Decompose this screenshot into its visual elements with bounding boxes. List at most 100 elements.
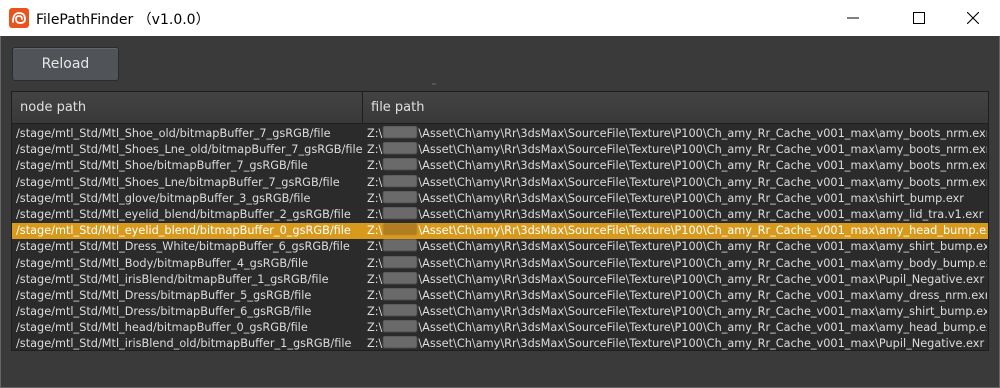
houdini-logo-icon bbox=[9, 8, 29, 28]
drive-letter: Z:\ bbox=[367, 240, 383, 254]
file-path-cell: Z:\ \Asset\Ch\amy\Rr\3dsMax\SourceFile\Te… bbox=[367, 336, 987, 352]
file-path-text: \Asset\Ch\amy\Rr\3dsMax\SourceFile\Textu… bbox=[418, 288, 987, 302]
reload-button[interactable]: Reload bbox=[12, 47, 119, 81]
table-row[interactable]: /stage/mtl_Std/Mtl_Shoe_old/bitmapBuffer… bbox=[12, 126, 988, 142]
table-row[interactable]: /stage/mtl_Std/Mtl_head/bitmapBuffer_0_g… bbox=[12, 320, 988, 336]
drive-letter: Z:\ bbox=[367, 288, 383, 302]
window-title: FilePathFinder （v1.0.0） bbox=[36, 12, 210, 28]
drive-letter: Z:\ bbox=[367, 224, 383, 238]
file-path-cell: Z:\ \Asset\Ch\amy\Rr\3dsMax\SourceFile\Te… bbox=[367, 126, 987, 142]
file-path-cell: Z:\ \Asset\Ch\amy\Rr\3dsMax\SourceFile\Te… bbox=[367, 190, 987, 207]
node-path-cell: /stage/mtl_Std/Mtl_Shoes_Lne_old/bitmapB… bbox=[16, 143, 362, 157]
drive-letter: Z:\ bbox=[367, 305, 383, 319]
redacted-segment bbox=[383, 255, 418, 268]
table-row[interactable]: /stage/mtl_Std/Mtl_Dress/bitmapBuffer_6_… bbox=[12, 304, 988, 320]
drive-letter: Z:\ bbox=[367, 159, 383, 173]
node-path-cell: /stage/mtl_Std/Mtl_Shoe_old/bitmapBuffer… bbox=[16, 127, 331, 140]
node-path-cell: /stage/mtl_Std/Mtl_Shoe/bitmapBuffer_7_g… bbox=[16, 159, 308, 173]
node-path-cell: /stage/mtl_Std/Mtl_Dress/bitmapBuffer_6_… bbox=[16, 305, 312, 319]
file-path-text: \Asset\Ch\amy\Rr\3dsMax\SourceFile\Textu… bbox=[418, 305, 987, 319]
table-row[interactable]: /stage/mtl_Std/Mtl_Shoes_Lne_old/bitmapB… bbox=[12, 142, 988, 158]
node-path-cell: /stage/mtl_Std/Mtl_glove/bitmapBuffer_3_… bbox=[16, 191, 311, 205]
maximize-button[interactable] bbox=[896, 0, 942, 36]
drive-letter: Z:\ bbox=[367, 337, 383, 351]
redacted-segment bbox=[383, 206, 418, 219]
file-path-text: \Asset\Ch\amy\Rr\3dsMax\SourceFile\Textu… bbox=[418, 256, 987, 270]
file-path-cell: Z:\ \Asset\Ch\amy\Rr\3dsMax\SourceFile\Te… bbox=[367, 158, 987, 174]
close-icon bbox=[967, 12, 979, 24]
file-path-cell: Z:\ \Asset\Ch\amy\Rr\3dsMax\SourceFile\Te… bbox=[367, 239, 987, 255]
splitter-handle[interactable] bbox=[432, 83, 436, 85]
redacted-segment bbox=[383, 287, 418, 300]
file-path-text: \Asset\Ch\amy\Rr\3dsMax\SourceFile\Textu… bbox=[418, 337, 985, 351]
file-path-text: \Asset\Ch\amy\Rr\3dsMax\SourceFile\Textu… bbox=[418, 272, 985, 286]
minimize-icon bbox=[847, 17, 859, 19]
table-body: /stage/mtl_Std/Mtl_Shoe_old/bitmapBuffer… bbox=[12, 126, 988, 353]
file-path-cell: Z:\ \Asset\Ch\amy\Rr\3dsMax\SourceFile\Te… bbox=[367, 287, 987, 304]
table-header: node path file path bbox=[12, 92, 988, 124]
drive-letter: Z:\ bbox=[367, 175, 383, 189]
redacted-segment bbox=[383, 336, 418, 349]
table-row[interactable]: /stage/mtl_Std/Mtl_eyelid_blend/bitmapBu… bbox=[12, 206, 988, 223]
file-path-cell: Z:\ \Asset\Ch\amy\Rr\3dsMax\SourceFile\Te… bbox=[367, 174, 987, 191]
file-path-text: \Asset\Ch\amy\Rr\3dsMax\SourceFile\Textu… bbox=[418, 321, 987, 335]
table-row[interactable]: /stage/mtl_Std/Mtl_Shoes_Lne/bitmapBuffe… bbox=[12, 174, 988, 191]
file-path-text: \Asset\Ch\amy\Rr\3dsMax\SourceFile\Textu… bbox=[418, 191, 964, 205]
file-path-cell: Z:\ \Asset\Ch\amy\Rr\3dsMax\SourceFile\Te… bbox=[367, 304, 987, 320]
table-row[interactable]: /stage/mtl_Std/Mtl_irisBlend/bitmapBuffe… bbox=[12, 271, 988, 288]
node-path-cell: /stage/mtl_Std/Mtl_irisBlend/bitmapBuffe… bbox=[16, 272, 329, 286]
table-row[interactable]: /stage/mtl_Std/Mtl_eyelid_blend/bitmapBu… bbox=[12, 223, 988, 240]
title-bar: FilePathFinder （v1.0.0） bbox=[0, 0, 1000, 36]
table-row[interactable]: /stage/mtl_Std/Mtl_irisBlend_old/bitmapB… bbox=[12, 336, 988, 352]
table-row[interactable]: /stage/mtl_Std/Mtl_Dress_White/bitmapBuf… bbox=[12, 239, 988, 255]
node-path-cell: /stage/mtl_Std/Mtl_Dress/bitmapBuffer_5_… bbox=[16, 288, 312, 302]
redacted-segment bbox=[383, 190, 418, 203]
minimize-button[interactable] bbox=[830, 0, 876, 36]
file-path-text: \Asset\Ch\amy\Rr\3dsMax\SourceFile\Textu… bbox=[418, 159, 987, 173]
table-row[interactable]: /stage/mtl_Std/Mtl_Dress/bitmapBuffer_5_… bbox=[12, 287, 988, 304]
redacted-segment bbox=[383, 126, 418, 138]
redacted-segment bbox=[383, 304, 418, 317]
file-path-text: \Asset\Ch\amy\Rr\3dsMax\SourceFile\Textu… bbox=[418, 143, 987, 157]
redacted-segment bbox=[383, 320, 418, 333]
file-path-cell: Z:\ \Asset\Ch\amy\Rr\3dsMax\SourceFile\Te… bbox=[367, 206, 987, 223]
file-path-text: \Asset\Ch\amy\Rr\3dsMax\SourceFile\Textu… bbox=[418, 175, 987, 189]
file-path-text: \Asset\Ch\amy\Rr\3dsMax\SourceFile\Textu… bbox=[418, 127, 987, 140]
file-path-cell: Z:\ \Asset\Ch\amy\Rr\3dsMax\SourceFile\Te… bbox=[367, 320, 987, 336]
drive-letter: Z:\ bbox=[367, 207, 383, 221]
drive-letter: Z:\ bbox=[367, 256, 383, 270]
redacted-segment bbox=[383, 223, 418, 236]
drive-letter: Z:\ bbox=[367, 321, 383, 335]
table-row[interactable]: /stage/mtl_Std/Mtl_Shoe/bitmapBuffer_7_g… bbox=[12, 158, 988, 174]
close-button[interactable] bbox=[950, 0, 996, 36]
node-path-cell: /stage/mtl_Std/Mtl_Dress_White/bitmapBuf… bbox=[16, 240, 350, 254]
node-path-cell: /stage/mtl_Std/Mtl_Shoes_Lne/bitmapBuffe… bbox=[16, 175, 340, 189]
drive-letter: Z:\ bbox=[367, 272, 383, 286]
redacted-segment bbox=[383, 239, 418, 252]
redacted-segment bbox=[383, 174, 418, 187]
maximize-icon bbox=[913, 12, 925, 24]
file-path-cell: Z:\ \Asset\Ch\amy\Rr\3dsMax\SourceFile\Te… bbox=[367, 255, 987, 272]
drive-letter: Z:\ bbox=[367, 191, 383, 205]
path-table[interactable]: node path file path /stage/mtl_Std/Mtl_S… bbox=[11, 91, 989, 351]
redacted-segment bbox=[383, 158, 418, 171]
node-path-cell: /stage/mtl_Std/Mtl_irisBlend_old/bitmapB… bbox=[16, 337, 352, 351]
file-path-cell: Z:\ \Asset\Ch\amy\Rr\3dsMax\SourceFile\Te… bbox=[367, 223, 987, 239]
column-header-node-path[interactable]: node path bbox=[12, 92, 363, 124]
table-row[interactable]: /stage/mtl_Std/Mtl_Body/bitmapBuffer_4_g… bbox=[12, 255, 988, 272]
file-path-text: \Asset\Ch\amy\Rr\3dsMax\SourceFile\Textu… bbox=[418, 224, 987, 238]
file-path-cell: Z:\ \Asset\Ch\amy\Rr\3dsMax\SourceFile\Te… bbox=[367, 142, 987, 158]
table-row[interactable]: /stage/mtl_Std/Mtl_glove/bitmapBuffer_3_… bbox=[12, 190, 988, 207]
node-path-cell: /stage/mtl_Std/Mtl_eyelid_blend/bitmapBu… bbox=[16, 207, 351, 221]
file-path-text: \Asset\Ch\amy\Rr\3dsMax\SourceFile\Textu… bbox=[418, 240, 987, 254]
file-path-cell: Z:\ \Asset\Ch\amy\Rr\3dsMax\SourceFile\Te… bbox=[367, 271, 987, 288]
node-path-cell: /stage/mtl_Std/Mtl_eyelid_blend/bitmapBu… bbox=[16, 224, 351, 238]
redacted-segment bbox=[383, 271, 418, 284]
redacted-segment bbox=[383, 142, 418, 155]
column-header-file-path[interactable]: file path bbox=[363, 92, 988, 124]
drive-letter: Z:\ bbox=[367, 127, 383, 140]
file-path-text: \Asset\Ch\amy\Rr\3dsMax\SourceFile\Textu… bbox=[418, 207, 984, 221]
drive-letter: Z:\ bbox=[367, 143, 383, 157]
node-path-cell: /stage/mtl_Std/Mtl_Body/bitmapBuffer_4_g… bbox=[16, 256, 309, 270]
node-path-cell: /stage/mtl_Std/Mtl_head/bitmapBuffer_0_g… bbox=[16, 321, 308, 335]
